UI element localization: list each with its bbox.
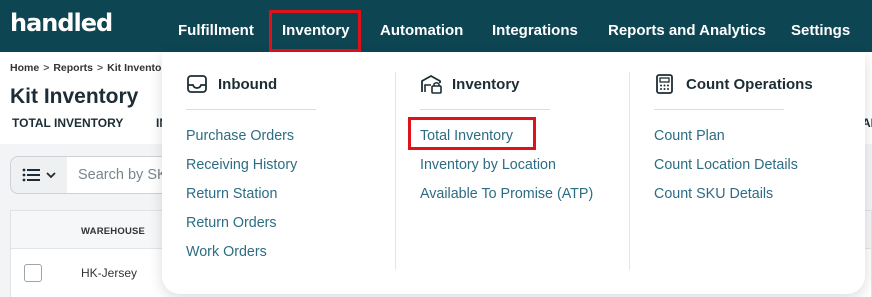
chevron-down-icon [46, 172, 56, 178]
menu-link-available-to-promise[interactable]: Available To Promise (ATP) [420, 180, 593, 209]
breadcrumb-separator: > [43, 62, 50, 74]
menu-heading-label: Count Operations [686, 75, 813, 93]
list-icon [22, 168, 40, 182]
nav-integrations[interactable]: Integrations [492, 0, 578, 52]
warehouse-lock-icon [420, 74, 442, 94]
breadcrumb-separator: > [97, 62, 104, 74]
menu-link-count-sku-details[interactable]: Count SKU Details [654, 180, 813, 209]
menu-link-receiving-history[interactable]: Receiving History [186, 151, 316, 180]
menu-link-return-station[interactable]: Return Station [186, 180, 316, 209]
nav-inventory[interactable]: Inventory [282, 0, 350, 52]
column-divider [395, 72, 396, 270]
menu-link-purchase-orders[interactable]: Purchase Orders [186, 122, 316, 151]
nav-fulfillment[interactable]: Fulfillment [178, 0, 254, 52]
menu-heading-label: Inventory [452, 75, 520, 93]
nav-automation[interactable]: Automation [380, 0, 463, 52]
breadcrumb: Home > Reports > Kit Inventory [10, 62, 171, 74]
breadcrumb-home[interactable]: Home [10, 62, 39, 74]
menu-column-inbound: Inbound Purchase Orders Receiving Histor… [186, 72, 316, 272]
heading-divider [654, 109, 784, 110]
view-toggle-button[interactable] [10, 156, 68, 194]
inbox-icon [186, 74, 208, 94]
menu-link-count-plan[interactable]: Count Plan [654, 122, 813, 151]
heading-divider [186, 109, 316, 110]
inventory-dropdown-menu: Inbound Purchase Orders Receiving Histor… [162, 52, 865, 294]
breadcrumb-reports[interactable]: Reports [53, 62, 93, 74]
menu-link-inventory-by-location[interactable]: Inventory by Location [420, 151, 593, 180]
menu-heading-label: Inbound [218, 75, 278, 93]
heading-divider [420, 109, 550, 110]
row-checkbox[interactable] [24, 264, 42, 282]
menu-link-return-orders[interactable]: Return Orders [186, 209, 316, 238]
nav-settings[interactable]: Settings [791, 0, 850, 52]
menu-heading-inventory: Inventory [420, 72, 593, 96]
menu-column-count-operations: Count Operations Count Plan Count Locati… [654, 72, 813, 272]
top-navigation-bar: handled Fulfillment Inventory Automation… [0, 0, 872, 52]
calculator-icon [654, 73, 676, 95]
nav-reports-and-analytics[interactable]: Reports and Analytics [608, 0, 766, 52]
menu-heading-count-operations: Count Operations [654, 72, 813, 96]
page-title: Kit Inventory [10, 85, 139, 108]
menu-column-inventory: Inventory Total Inventory Inventory by L… [420, 72, 593, 272]
tab-total-inventory[interactable]: TOTAL INVENTORY [12, 116, 123, 130]
menu-link-count-location-details[interactable]: Count Location Details [654, 151, 813, 180]
menu-link-work-orders[interactable]: Work Orders [186, 238, 316, 267]
menu-link-total-inventory[interactable]: Total Inventory [420, 122, 593, 151]
handled-logo[interactable]: handled [10, 9, 113, 37]
menu-heading-inbound: Inbound [186, 72, 316, 96]
column-header-warehouse[interactable]: WAREHOUSE [81, 226, 145, 237]
column-divider [629, 72, 630, 270]
cell-warehouse: HK-Jersey [81, 266, 138, 280]
